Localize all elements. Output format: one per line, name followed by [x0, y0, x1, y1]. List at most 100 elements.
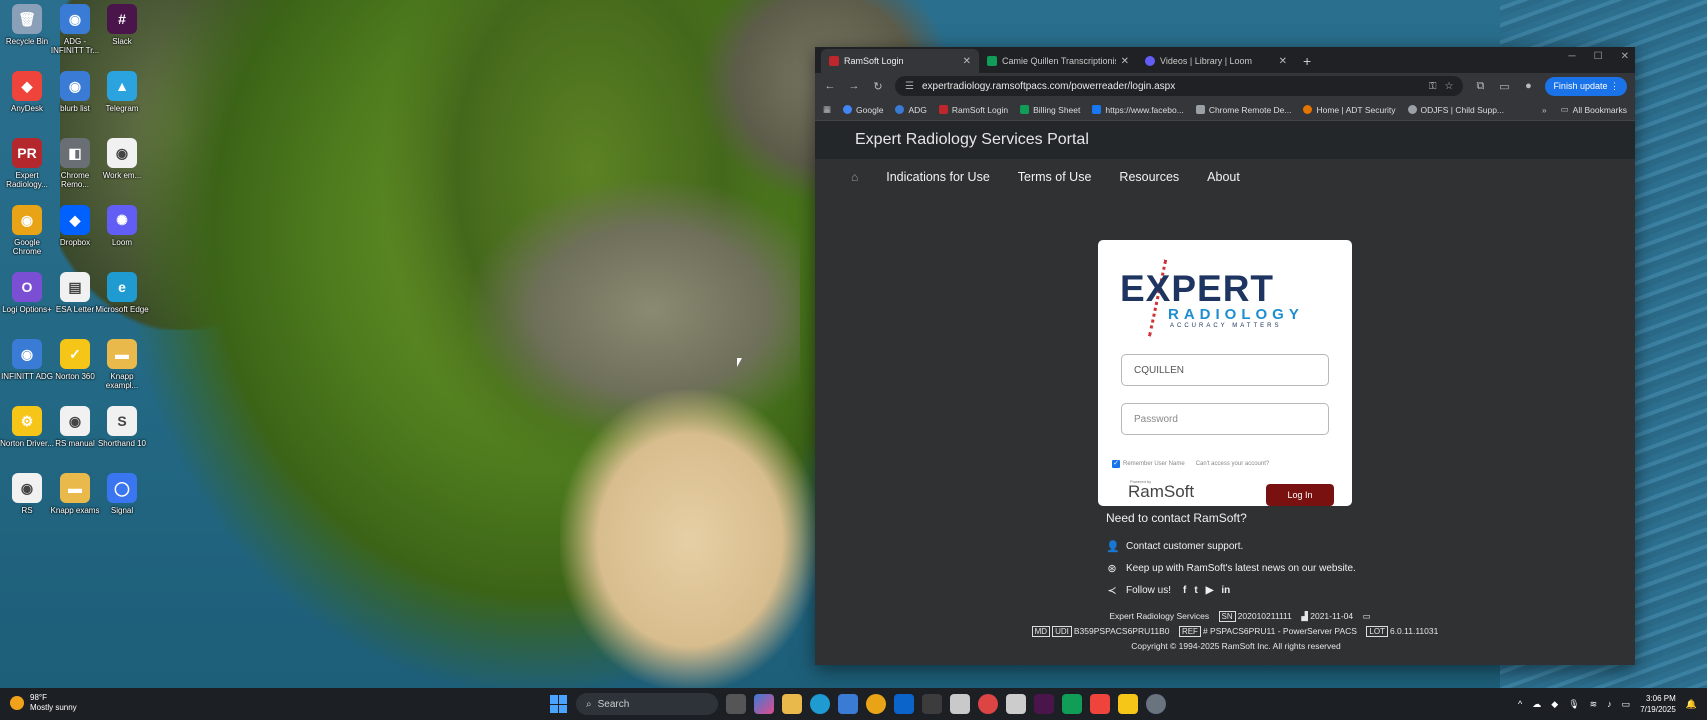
bookmark-ramsoft-login[interactable]: RamSoft Login [938, 105, 1008, 115]
desktop-icon[interactable]: ◉ ADG - INFINITT Tr... [48, 4, 102, 55]
desktop-icon[interactable]: ▬ Knapp exams [48, 473, 102, 515]
cloud-icon[interactable]: ☁ [1532, 699, 1541, 710]
news-link[interactable]: Keep up with RamSoft's latest news on ou… [1126, 563, 1356, 574]
twitter-icon[interactable]: t [1194, 585, 1197, 596]
remember-checkbox[interactable]: ✓ [1112, 460, 1120, 468]
notification-bell-icon[interactable]: 🔔 [1686, 699, 1697, 710]
password-key-icon[interactable]: ⚿ [1429, 81, 1437, 92]
desktop-icon[interactable]: ◉ Google Chrome [0, 205, 54, 256]
bookmark-adt-security[interactable]: Home | ADT Security [1303, 105, 1396, 115]
desktop-icon[interactable]: ▲ Telegram [95, 71, 149, 113]
desktop-icon[interactable]: S Shorthand 10 [95, 406, 149, 448]
bookmark-google[interactable]: Google [843, 105, 883, 115]
youtube-icon[interactable]: ▶ [1206, 585, 1214, 596]
settings-gear-icon[interactable] [1146, 694, 1166, 714]
side-panel-icon[interactable]: ▭ [1497, 80, 1511, 93]
desktop-icon[interactable]: e Microsoft Edge [95, 272, 149, 314]
clock[interactable]: 3:06 PM 7/19/2025 [1640, 693, 1676, 715]
taskbar-search[interactable]: ⌕ Search [576, 693, 718, 715]
back-arrow-icon[interactable]: ← [823, 80, 837, 92]
address-bar[interactable]: ☰ expertradiology.ramsoftpacs.com/powerr… [895, 76, 1464, 96]
sheets-icon[interactable] [1062, 694, 1082, 714]
chrome-icon[interactable] [866, 694, 886, 714]
tab-ramsoft-login[interactable]: RamSoft Login ✕ [821, 49, 979, 73]
outlook-icon[interactable] [894, 694, 914, 714]
home-icon[interactable]: ⌂ [851, 170, 858, 184]
desktop-icon[interactable]: ▤ ESA Letter [48, 272, 102, 314]
bookmark-chrome-remote[interactable]: Chrome Remote De... [1195, 105, 1291, 115]
desktop-icon[interactable]: ◧ Chrome Remo... [48, 138, 102, 189]
desktop-icon[interactable]: O Logi Options+ [0, 272, 54, 314]
linkedin-icon[interactable]: in [1221, 585, 1230, 596]
nav-about[interactable]: About [1207, 170, 1240, 184]
desktop-icon[interactable]: ✺ Loom [95, 205, 149, 247]
desktop-icon[interactable]: 🗑 Recycle Bin [0, 4, 54, 46]
snipping-tool-icon[interactable] [950, 694, 970, 714]
desktop-icon[interactable]: ◉ RS manual [48, 406, 102, 448]
close-icon[interactable]: ✕ [1121, 56, 1129, 67]
minimize-icon[interactable]: ─ [1569, 51, 1576, 62]
desktop-icon[interactable]: PR Expert Radiology... [0, 138, 54, 189]
slack-icon[interactable] [1034, 694, 1054, 714]
remember-label[interactable]: Remember User Name [1123, 461, 1185, 467]
close-icon[interactable]: ✕ [1279, 56, 1287, 67]
desktop-icon[interactable]: ◉ Work em... [95, 138, 149, 180]
facebook-icon[interactable]: f [1183, 585, 1186, 596]
edge-icon[interactable] [810, 694, 830, 714]
contact-support-link[interactable]: Contact customer support. [1126, 541, 1243, 552]
desktop-icon[interactable]: ✓ Norton 360 [48, 339, 102, 381]
more-bookmarks-chevron-icon[interactable]: » [1542, 105, 1547, 115]
tab-loom[interactable]: Videos | Library | Loom ✕ [1137, 49, 1295, 73]
bookmark-adg[interactable]: ADG [895, 105, 927, 115]
desktop-icon[interactable]: ◉ blurb list [48, 71, 102, 113]
all-bookmarks-button[interactable]: » ▭ All Bookmarks [1542, 104, 1627, 115]
teams-icon[interactable] [1006, 694, 1026, 714]
windows-start-icon[interactable] [550, 695, 568, 713]
cant-access-link[interactable]: Can't access your account? [1196, 461, 1270, 467]
new-tab-button[interactable]: + [1295, 49, 1319, 73]
task-view-icon[interactable] [726, 694, 746, 714]
nav-terms-of-use[interactable]: Terms of Use [1018, 170, 1092, 184]
wifi-icon[interactable]: ≋ [1590, 699, 1598, 710]
username-field[interactable]: CQUILLEN [1121, 354, 1329, 386]
tab-transcriptionist[interactable]: Camie Quillen Transcriptionist ✕ [979, 49, 1137, 73]
nav-resources[interactable]: Resources [1119, 170, 1179, 184]
battery-icon[interactable]: ▭ [1622, 699, 1631, 710]
anydesk-icon[interactable] [1090, 694, 1110, 714]
reload-icon[interactable]: ↻ [871, 80, 885, 93]
bookmark-billing-sheet[interactable]: Billing Sheet [1020, 105, 1080, 115]
url-text[interactable]: expertradiology.ramsoftpacs.com/powerrea… [922, 81, 1421, 92]
volume-icon[interactable]: ♪ [1607, 699, 1612, 709]
copilot-icon[interactable] [754, 694, 774, 714]
weather-widget[interactable]: 98°F Mostly sunny [10, 693, 77, 713]
dropbox-tray-icon[interactable]: ◆ [1551, 699, 1558, 710]
bookmark-star-icon[interactable]: ☆ [1444, 81, 1453, 92]
chrome-profile-icon[interactable] [978, 694, 998, 714]
bookmark-facebook[interactable]: https://www.facebo... [1092, 105, 1184, 115]
desktop-icon[interactable]: ◉ RS [0, 473, 54, 515]
desktop-icon[interactable]: ⚙ Norton Driver... [0, 406, 54, 448]
bookmark-odjfs[interactable]: ODJFS | Child Supp... [1407, 105, 1504, 115]
file-explorer-icon[interactable] [782, 694, 802, 714]
desktop-icon[interactable]: # Slack [95, 4, 149, 46]
calculator-icon[interactable] [922, 694, 942, 714]
close-window-icon[interactable]: ✕ [1621, 51, 1629, 62]
desktop-icon[interactable]: ◆ AnyDesk [0, 71, 54, 113]
maximize-icon[interactable]: ☐ [1594, 51, 1603, 62]
microphone-icon[interactable]: 🎙 [1568, 699, 1579, 710]
close-icon[interactable]: ✕ [963, 56, 971, 67]
desktop-icon[interactable]: ◉ INFINITT ADG [0, 339, 54, 381]
profile-avatar-icon[interactable]: ● [1521, 80, 1535, 92]
chevron-up-icon[interactable]: ^ [1518, 699, 1522, 709]
norton-icon[interactable] [1118, 694, 1138, 714]
store-icon[interactable] [838, 694, 858, 714]
apps-grid-icon[interactable]: ▦ [823, 104, 831, 115]
forward-arrow-icon[interactable]: → [847, 80, 861, 92]
extensions-icon[interactable]: ⧉ [1473, 80, 1487, 93]
nav-indications-for-use[interactable]: Indications for Use [886, 170, 990, 184]
finish-update-button[interactable]: Finish update ⋮ [1545, 76, 1627, 96]
desktop-icon[interactable]: ▬ Knapp exampl... [95, 339, 149, 390]
desktop-icon[interactable]: ◯ Signal [95, 473, 149, 515]
desktop-icon[interactable]: ◆ Dropbox [48, 205, 102, 247]
site-info-icon[interactable]: ☰ [905, 81, 914, 92]
